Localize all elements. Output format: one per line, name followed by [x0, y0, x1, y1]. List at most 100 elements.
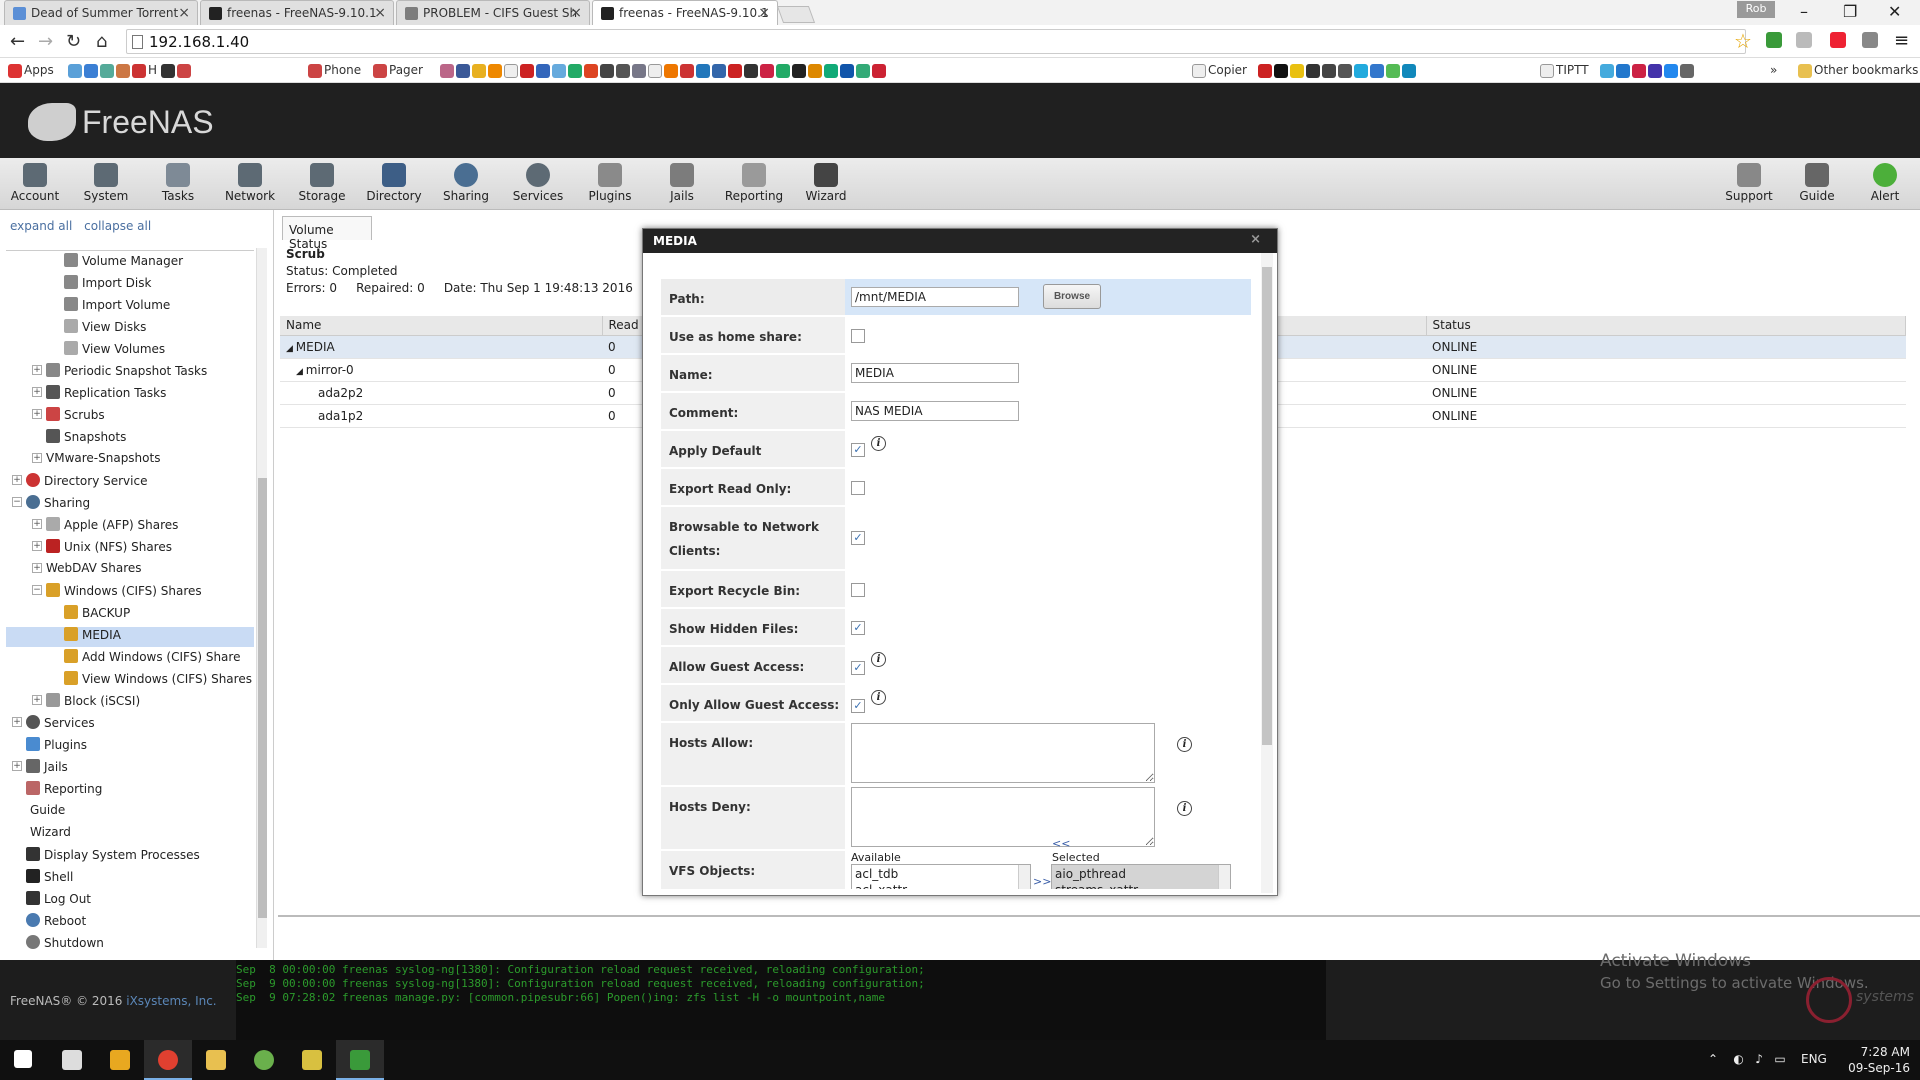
home-icon[interactable]: ⌂	[96, 31, 107, 52]
bookmark-icon[interactable]	[728, 63, 742, 78]
tree-item-view-disks[interactable]: View Disks	[64, 319, 146, 339]
expand-icon[interactable]: +	[32, 365, 42, 375]
close-tab-icon[interactable]: ×	[758, 5, 770, 21]
hosts-deny-textarea[interactable]	[851, 787, 1155, 847]
collapse-triangle-icon[interactable]: ◢	[286, 344, 296, 354]
tree-item-import-disk[interactable]: Import Disk	[64, 275, 151, 295]
bookmark-icon[interactable]	[1354, 63, 1368, 78]
bookmark-icon[interactable]	[1632, 63, 1646, 78]
path-input[interactable]	[851, 287, 1019, 307]
move-right-button[interactable]: >>	[1033, 875, 1051, 888]
home-share-checkbox[interactable]	[851, 329, 865, 343]
expand-icon[interactable]: +	[32, 563, 42, 573]
bookmark-icon[interactable]	[568, 63, 582, 78]
bookmark-icon[interactable]	[808, 63, 822, 78]
ixsystems-link[interactable]: iXsystems, Inc.	[126, 994, 216, 1008]
bookmark-other[interactable]: Other bookmarks	[1798, 63, 1918, 79]
tree-item-services[interactable]: + Services	[12, 715, 95, 735]
browser-tab[interactable]: PROBLEM - CIFS Guest Sh ×	[396, 0, 590, 25]
close-tab-icon[interactable]: ×	[178, 5, 190, 21]
start-button[interactable]	[0, 1040, 48, 1080]
toolbar-reporting-button[interactable]: Reporting	[721, 160, 787, 208]
bookmark-icon[interactable]	[712, 63, 726, 78]
tree-item-nfs-shares[interactable]: + Unix (NFS) Shares	[32, 539, 172, 559]
comment-input[interactable]	[851, 401, 1019, 421]
tree-item-snapshots[interactable]: Snapshots	[46, 429, 126, 449]
toolbar-network-button[interactable]: Network	[217, 160, 283, 208]
toolbar-plugins-button[interactable]: Plugins	[577, 160, 643, 208]
bookmark-icon[interactable]	[552, 63, 566, 78]
url-input[interactable]: 192.168.1.40	[126, 29, 1746, 54]
taskbar-clock[interactable]: 7:28 AM 09-Sep-16	[1840, 1044, 1910, 1076]
dialog-close-icon[interactable]: ×	[1250, 232, 1261, 247]
restore-icon[interactable]: ❐	[1843, 2, 1857, 21]
list-item[interactable]: streams_xattr	[1055, 882, 1227, 889]
tray-overflow-icon[interactable]: ⌃	[1708, 1052, 1718, 1066]
tree-item-display-system-processes[interactable]: Display System Processes	[26, 847, 200, 867]
notification-icon[interactable]: ▭	[1774, 1052, 1785, 1066]
bookmark-icon[interactable]	[1648, 63, 1662, 78]
bookmark-copier[interactable]: Copier	[1192, 63, 1247, 79]
bookmark-star-icon[interactable]: ☆	[1734, 29, 1752, 53]
freenas-logo[interactable]: FreeNAS	[28, 101, 328, 141]
reload-icon[interactable]: ↻	[66, 31, 81, 52]
taskbar-app[interactable]	[288, 1040, 336, 1080]
bookmark-icon[interactable]	[504, 63, 518, 78]
browsable-checkbox[interactable]: ✓	[851, 531, 865, 545]
browser-tab[interactable]: freenas - FreeNAS-9.10.1 ×	[200, 0, 394, 25]
tree-item-cifs-shares[interactable]: − Windows (CIFS) Shares	[32, 583, 202, 603]
nas-icon[interactable]	[520, 63, 534, 78]
bookmark-icon[interactable]	[776, 63, 790, 78]
bookmark-icon[interactable]	[824, 63, 838, 78]
tree-item-guide[interactable]: Guide	[30, 803, 65, 823]
close-tab-icon[interactable]: ×	[570, 5, 582, 21]
toolbar-guide-button[interactable]: Guide	[1784, 160, 1850, 208]
extension-opera-icon[interactable]	[1830, 32, 1846, 48]
bookmark-icon[interactable]	[744, 63, 758, 78]
bookmark-icon[interactable]	[1370, 63, 1384, 78]
toolbar-support-button[interactable]: Support	[1716, 160, 1782, 208]
network-icon[interactable]: ◐	[1733, 1052, 1743, 1066]
bookmark-icon[interactable]	[176, 63, 191, 78]
move-left-button[interactable]: <<	[1052, 837, 1070, 850]
expand-icon[interactable]: +	[32, 519, 42, 529]
tree-item-sharing[interactable]: − Sharing	[12, 495, 90, 515]
window-close-icon[interactable]: ✕	[1888, 2, 1901, 21]
bookmark-tiptt[interactable]: TIPTT	[1540, 63, 1589, 79]
read-only-checkbox[interactable]	[851, 481, 865, 495]
back-icon[interactable]: ←	[10, 31, 25, 52]
new-tab-button[interactable]	[776, 6, 816, 23]
close-tab-icon[interactable]: ×	[374, 5, 386, 21]
tree-item-backup-share[interactable]: BACKUP	[64, 605, 130, 625]
taskbar-utorrent[interactable]	[240, 1040, 288, 1080]
list-item[interactable]: aio_pthread	[1055, 866, 1227, 882]
tree-item-webdav-shares[interactable]: + WebDAV Shares	[32, 561, 142, 581]
taskbar-app-active[interactable]	[336, 1040, 384, 1080]
bookmark-icon[interactable]	[1616, 63, 1630, 78]
taskbar-chrome[interactable]	[144, 1040, 192, 1080]
minimize-icon[interactable]: –	[1800, 2, 1808, 21]
browser-tab[interactable]: Dead of Summer Torrent ×	[4, 0, 198, 25]
tree-item-log-out[interactable]: Log Out	[26, 891, 91, 911]
bookmark-icon[interactable]	[472, 63, 486, 78]
toolbar-storage-button[interactable]: Storage	[289, 160, 355, 208]
info-icon[interactable]: i	[871, 690, 886, 705]
hidden-files-checkbox[interactable]: ✓	[851, 621, 865, 635]
expand-all-link[interactable]: expand all	[10, 219, 72, 233]
bookmark-icon[interactable]	[696, 63, 710, 78]
toolbar-directory-button[interactable]: Directory	[361, 160, 427, 208]
toolbar-wizard-button[interactable]: Wizard	[793, 160, 859, 208]
bookmark-icon[interactable]	[68, 63, 82, 78]
toolbar-account-button[interactable]: Account	[2, 160, 68, 208]
collapse-all-link[interactable]: collapse all	[84, 219, 151, 233]
collapse-icon[interactable]: −	[32, 585, 42, 595]
column-header-status[interactable]: Status	[1426, 316, 1906, 336]
cast-icon[interactable]	[1862, 32, 1878, 48]
bookmark-icon[interactable]	[1290, 63, 1304, 78]
menu-icon[interactable]: ≡	[1894, 30, 1914, 51]
bookmark-icon[interactable]	[792, 63, 806, 78]
hosts-allow-textarea[interactable]	[851, 723, 1155, 783]
bookmark-icon[interactable]	[616, 63, 630, 78]
tree-item-jails[interactable]: + Jails	[12, 759, 68, 779]
expand-icon[interactable]: +	[12, 717, 22, 727]
